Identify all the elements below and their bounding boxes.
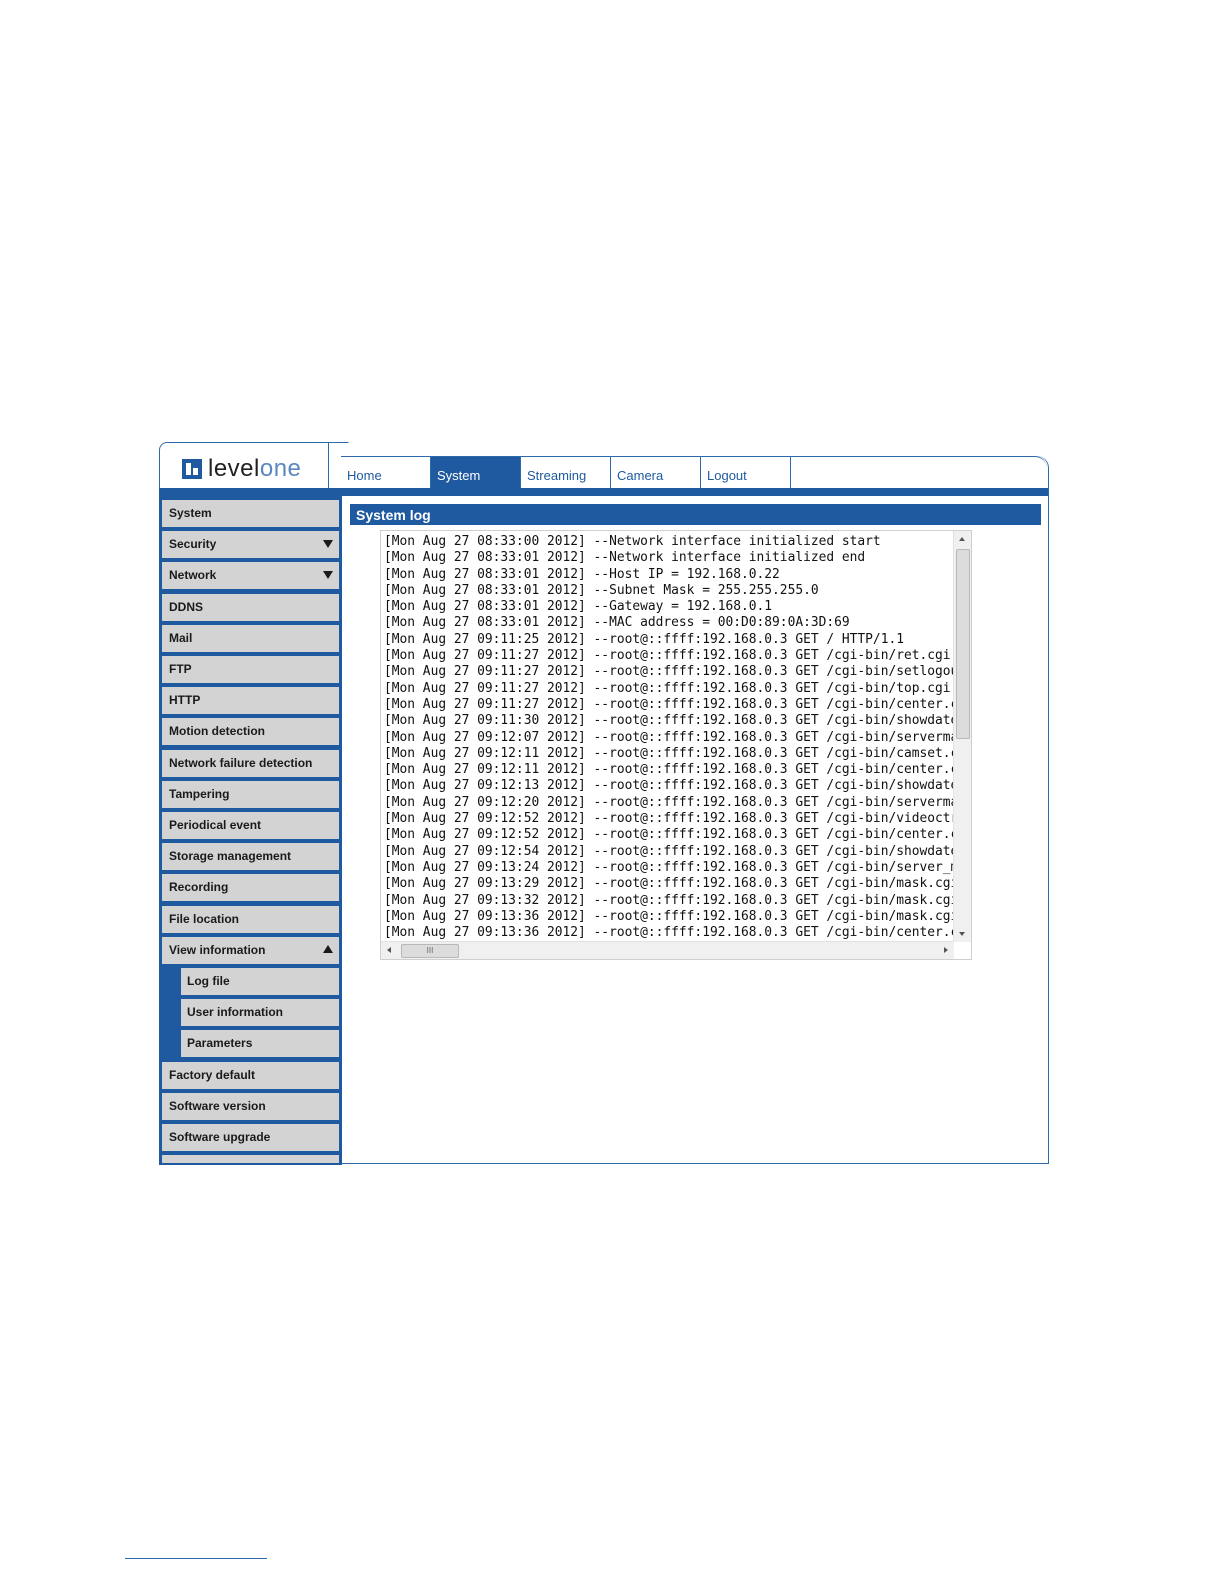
- log-line: [Mon Aug 27 09:13:36 2012] --root@::ffff…: [384, 925, 954, 941]
- log-line: [Mon Aug 27 09:13:36 2012] --root@::ffff…: [384, 908, 954, 924]
- log-line: [Mon Aug 27 08:33:00 2012] --Network int…: [384, 534, 881, 549]
- log-line: [Mon Aug 27 09:13:24 2012] --root@::ffff…: [384, 859, 954, 875]
- sidebar-item-label: FTP: [169, 662, 192, 676]
- tab-logout[interactable]: Logout: [701, 457, 791, 488]
- log-line: [Mon Aug 27 08:33:01 2012] --Network int…: [384, 550, 866, 566]
- sidebar-item-label: Storage management: [169, 849, 292, 864]
- triangle-down-icon: [323, 571, 333, 580]
- sidebar-item-label: DDNS: [169, 599, 204, 614]
- log-line: [Mon Aug 27 09:12:11 2012] --root@::ffff…: [384, 762, 954, 778]
- sidebar-item-label: Mail: [169, 630, 193, 645]
- log-line: [Mon Aug 27 09:13:32 2012] --root@::ffff…: [384, 892, 954, 908]
- sidebar-item-label: System: [169, 506, 212, 520]
- log-line: [Mon Aug 27 09:13:29 2012] --root@::ffff…: [384, 876, 954, 892]
- top-nav: Home System Streaming Camera Logout: [341, 456, 1047, 489]
- sidebar-item-label: Security: [169, 537, 217, 552]
- sidebar-item-network-failure-detection[interactable]: Network failure detection: [162, 749, 339, 777]
- log-line: [Mon Aug 27 09:11:27 2012] --root@::ffff…: [384, 696, 954, 712]
- sidebar-item-tampering[interactable]: Tampering: [162, 780, 339, 808]
- sidebar-item-label: Motion detection: [169, 724, 265, 739]
- sidebar-item-file-location[interactable]: File location: [162, 905, 339, 933]
- log-line: [Mon Aug 27 09:12:20 2012] --root@::ffff…: [384, 794, 954, 810]
- log-line: [Mon Aug 27 09:11:27 2012] --root@::ffff…: [384, 648, 954, 664]
- sidebar-item-label: HTTP: [169, 693, 201, 708]
- sidebar-item-label: Network: [169, 568, 217, 583]
- sidebar-item-software-upgrade[interactable]: Software upgrade: [162, 1124, 339, 1151]
- sidebar-item-user-information[interactable]: User information: [181, 999, 339, 1027]
- log-line: [Mon Aug 27 09:11:30 2012] --root@::ffff…: [384, 713, 954, 729]
- log-line: [Mon Aug 27 08:33:01 2012] --Gateway = 1…: [384, 599, 773, 615]
- page-title: System log: [350, 504, 1041, 525]
- log-line: [Mon Aug 27 09:12:07 2012] --root@::ffff…: [384, 729, 954, 745]
- sidebar-item-motion-detection[interactable]: Motion detection: [162, 718, 339, 746]
- sidebar-item-label: Software upgrade: [169, 1130, 271, 1144]
- scroll-left-icon[interactable]: [387, 947, 391, 953]
- logo-area: levelone: [159, 442, 329, 489]
- log-line: [Mon Aug 27 09:12:13 2012] --root@::ffff…: [384, 778, 954, 794]
- sidebar-item-label: Parameters: [187, 1036, 253, 1051]
- sidebar-item-http[interactable]: HTTP: [162, 687, 339, 715]
- scroll-up-icon[interactable]: [959, 537, 965, 541]
- sidebar-item-periodical-event[interactable]: Periodical event: [162, 812, 339, 839]
- sidebar-item-label: User information: [187, 1005, 284, 1020]
- triangle-up-icon: [323, 944, 333, 953]
- scroll-down-icon[interactable]: [959, 932, 965, 936]
- log-content: [Mon Aug 27 08:33:00 2012] --Network int…: [384, 534, 954, 942]
- sidebar-item-system[interactable]: System: [162, 500, 339, 527]
- sidebar-item-label: Network failure detection: [169, 755, 313, 770]
- sidebar-item-log-file[interactable]: Log file: [181, 968, 339, 995]
- log-line: [Mon Aug 27 08:33:01 2012] --Subnet Mask…: [384, 582, 819, 598]
- sidebar-item-label: Software version: [169, 1098, 266, 1113]
- log-line: [Mon Aug 27 09:12:52 2012] --root@::ffff…: [384, 811, 954, 827]
- horizontal-scrollbar[interactable]: III: [381, 941, 954, 959]
- sidebar-item-label: View information: [169, 942, 266, 957]
- tab-streaming[interactable]: Streaming: [521, 457, 611, 488]
- nav-divider-bar: [159, 488, 1048, 496]
- sidebar-item-label: Factory default: [169, 1067, 256, 1082]
- log-line: [Mon Aug 27 09:11:27 2012] --root@::ffff…: [384, 664, 954, 680]
- log-line: [Mon Aug 27 09:11:25 2012] --root@::ffff…: [384, 631, 904, 647]
- log-line: [Mon Aug 27 08:33:01 2012] --Host IP = 1…: [384, 566, 780, 582]
- sidebar-item-network[interactable]: Network: [162, 562, 339, 590]
- sidebar-item-label: Tampering: [169, 786, 230, 801]
- tab-system[interactable]: System: [431, 457, 521, 488]
- sidebar-item-label: Periodical event: [169, 818, 262, 832]
- horizontal-scroll-thumb[interactable]: III: [401, 944, 459, 958]
- vertical-scroll-thumb[interactable]: [956, 549, 970, 739]
- footer-rule: [125, 1558, 267, 1559]
- sidebar-item-view-information[interactable]: View information: [162, 936, 339, 964]
- logo-text: levelone: [208, 455, 302, 482]
- log-line: [Mon Aug 27 09:12:54 2012] --root@::ffff…: [384, 843, 954, 859]
- sidebar-item-partial: [162, 1155, 339, 1164]
- levelone-logo: levelone: [182, 455, 301, 483]
- log-line: [Mon Aug 27 09:12:52 2012] --root@::ffff…: [384, 827, 954, 843]
- sidebar: System Security Network DDNS Mail FTP HTTP Moti…: [159, 496, 342, 1165]
- sidebar-item-label: File location: [169, 911, 240, 926]
- sidebar-item-label: Recording: [169, 880, 229, 895]
- scroll-right-icon[interactable]: [944, 947, 948, 953]
- log-line: [Mon Aug 27 09:12:11 2012] --root@::ffff…: [384, 745, 954, 761]
- tab-camera[interactable]: Camera: [611, 457, 701, 488]
- log-line: [Mon Aug 27 08:33:01 2012] --MAC address…: [384, 615, 850, 631]
- app-window: levelone Home System Streaming Camera Logout…: [159, 442, 1049, 1165]
- sidebar-item-label: Log file: [187, 974, 230, 988]
- sidebar-item-parameters[interactable]: Parameters: [181, 1030, 339, 1058]
- sidebar-item-recording[interactable]: Recording: [162, 874, 339, 902]
- sidebar-item-ftp[interactable]: FTP: [162, 656, 339, 683]
- log-line: [Mon Aug 27 09:11:27 2012] --root@::ffff…: [384, 680, 954, 696]
- vertical-scrollbar[interactable]: [953, 531, 971, 942]
- logo-icon: [182, 459, 202, 479]
- sidebar-item-mail[interactable]: Mail: [162, 624, 339, 652]
- sidebar-item-security[interactable]: Security: [162, 531, 339, 559]
- sidebar-item-factory-default[interactable]: Factory default: [162, 1061, 339, 1089]
- triangle-down-icon: [323, 540, 333, 549]
- sidebar-item-software-version[interactable]: Software version: [162, 1092, 339, 1120]
- tab-home[interactable]: Home: [341, 457, 431, 488]
- sidebar-item-storage-management[interactable]: Storage management: [162, 843, 339, 871]
- log-textarea[interactable]: [Mon Aug 27 08:33:00 2012] --Network int…: [380, 530, 972, 960]
- sidebar-item-ddns[interactable]: DDNS: [162, 593, 339, 621]
